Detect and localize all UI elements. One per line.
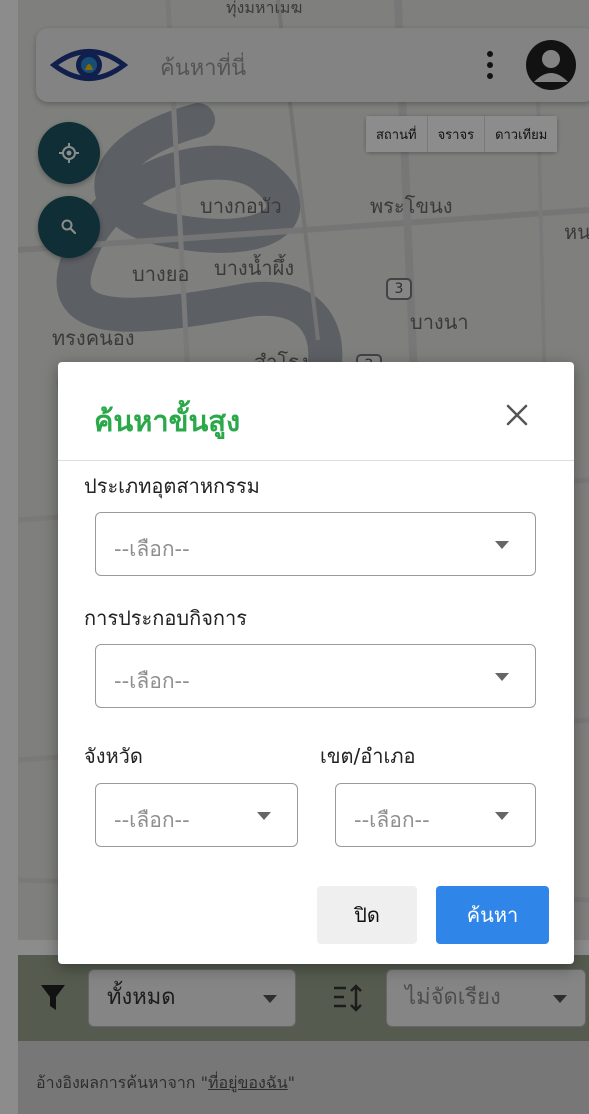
close-button[interactable]: ปิด [317, 886, 417, 944]
business-operation-value: --เลือก-- [114, 669, 190, 693]
industry-type-label: ประเภทอุตสาหกรรม [84, 474, 260, 498]
close-icon[interactable] [502, 400, 532, 430]
dialog-title: ค้นหาขั้นสูง [94, 404, 241, 438]
dialog-divider [58, 460, 574, 461]
district-select[interactable]: --เลือก-- [335, 783, 536, 847]
chevron-down-icon [495, 541, 509, 549]
search-button[interactable]: ค้นหา [436, 886, 549, 944]
industry-type-select[interactable]: --เลือก-- [95, 512, 536, 576]
business-operation-label: การประกอบกิจการ [84, 606, 247, 630]
province-select[interactable]: --เลือก-- [95, 783, 298, 847]
chevron-down-icon [257, 812, 271, 820]
district-value: --เลือก-- [354, 808, 430, 832]
chevron-down-icon [495, 673, 509, 681]
province-value: --เลือก-- [114, 808, 190, 832]
app-root: ทุ่งมหาเมฆ บางกอบัว พระโขนง บางยอ บางน้ำ… [0, 0, 589, 1114]
province-label: จังหวัด [84, 744, 143, 768]
district-label: เขต/อำเภอ [320, 744, 416, 768]
chevron-down-icon [495, 812, 509, 820]
advanced-search-dialog: ค้นหาขั้นสูง ประเภทอุตสาหกรรม --เลือก-- … [58, 362, 574, 964]
business-operation-select[interactable]: --เลือก-- [95, 644, 536, 708]
industry-type-value: --เลือก-- [114, 537, 190, 561]
